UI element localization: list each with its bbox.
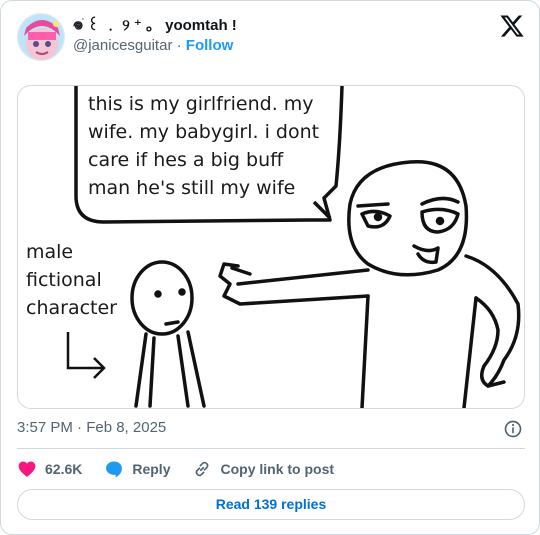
embedded-post-card: 𖦹ֹ ꒰ ﹒ ୨ ⁺ 。 yoomtah ! @janicesguitar · … bbox=[0, 0, 540, 535]
follow-link[interactable]: Follow bbox=[186, 37, 234, 54]
bubble-line-1: this is my girlfriend. my bbox=[88, 93, 314, 115]
post-actions: 62.6K Reply Copy link to post bbox=[17, 457, 525, 481]
post-timestamp[interactable]: 3:57 PM · Feb 8, 2025 bbox=[17, 419, 166, 436]
author-handle[interactable]: @janicesguitar bbox=[73, 37, 172, 54]
post-media-image[interactable]: this is my girlfriend. my wife. my babyg… bbox=[17, 85, 525, 409]
read-replies-button[interactable]: Read 139 replies bbox=[17, 489, 525, 520]
handle-separator: · bbox=[176, 37, 182, 54]
reply-bubble-icon bbox=[106, 461, 123, 478]
avatar-image bbox=[18, 14, 64, 60]
comic-drawing: this is my girlfriend. my wife. my babyg… bbox=[26, 86, 521, 408]
bubble-line-4: man he's still my wife bbox=[88, 177, 295, 199]
author-avatar[interactable] bbox=[17, 13, 65, 61]
x-logo-icon[interactable] bbox=[499, 13, 525, 39]
info-icon[interactable] bbox=[503, 419, 523, 439]
divider bbox=[17, 448, 525, 449]
like-button[interactable]: 62.6K bbox=[17, 459, 82, 479]
post-header: 𖦹ֹ ꒰ ﹒ ୨ ⁺ 。 yoomtah ! @janicesguitar · … bbox=[17, 13, 525, 63]
author-handle-line: @janicesguitar · Follow bbox=[73, 36, 237, 56]
label-arrow bbox=[66, 332, 106, 379]
copy-link-button[interactable]: Copy link to post bbox=[192, 459, 334, 479]
timestamp-row: 3:57 PM · Feb 8, 2025 bbox=[17, 417, 525, 439]
copy-link-label: Copy link to post bbox=[220, 461, 335, 477]
side-label-line-1: male bbox=[26, 241, 73, 263]
side-label-line-2: fictional bbox=[26, 269, 102, 291]
like-count: 62.6K bbox=[45, 461, 83, 477]
side-label-line-3: character bbox=[26, 297, 117, 319]
heart-icon bbox=[18, 461, 36, 477]
author-display-name[interactable]: 𖦹ֹ ꒰ ﹒ ୨ ⁺ 。 yoomtah ! bbox=[73, 16, 237, 36]
small-figure bbox=[130, 260, 206, 408]
reply-button[interactable]: Reply bbox=[104, 459, 170, 479]
link-icon bbox=[196, 461, 209, 477]
bubble-line-2: wife. my babygirl. i dont bbox=[88, 121, 319, 143]
reply-label: Reply bbox=[132, 461, 171, 477]
bubble-line-3: care if hes a big buff bbox=[88, 149, 284, 171]
author-info: 𖦹ֹ ꒰ ﹒ ୨ ⁺ 。 yoomtah ! @janicesguitar · … bbox=[73, 16, 237, 56]
